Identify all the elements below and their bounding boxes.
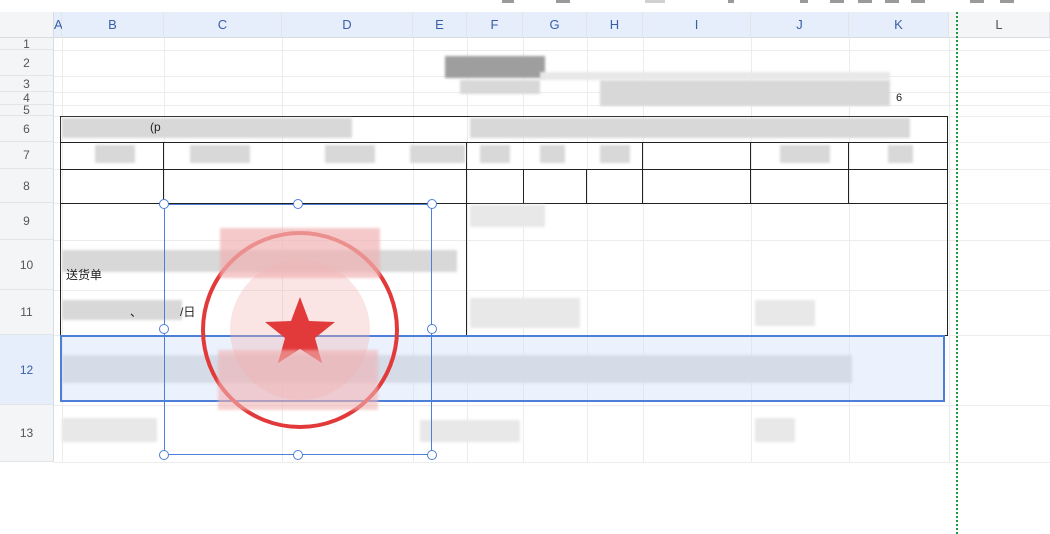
column-header-j[interactable]: J — [751, 12, 849, 38]
column-header-l[interactable]: L — [949, 12, 1050, 38]
resize-handle-left[interactable] — [159, 324, 169, 334]
row-header-7[interactable]: 7 — [0, 142, 54, 169]
column-header-h[interactable]: H — [587, 12, 643, 38]
row-header-10[interactable]: 10 — [0, 240, 54, 290]
column-header-e[interactable]: E — [413, 12, 467, 38]
cell-b6-fragment: (p — [150, 120, 161, 134]
resize-handle-top-right[interactable] — [427, 199, 437, 209]
row-header-3[interactable]: 3 — [0, 76, 54, 92]
select-all-corner[interactable] — [0, 12, 54, 38]
spreadsheet[interactable]: A B C D E F G H I J K L 1 2 3 4 5 6 7 8 … — [0, 0, 1050, 534]
row-header-8[interactable]: 8 — [0, 169, 54, 203]
cell-b11-fragment: 、 — [130, 305, 143, 319]
column-header-f[interactable]: F — [467, 12, 523, 38]
page-break-line — [956, 12, 958, 534]
row-header-12[interactable]: 12 — [0, 335, 54, 405]
column-header-c[interactable]: C — [164, 12, 282, 38]
resize-handle-top-left[interactable] — [159, 199, 169, 209]
column-header-g[interactable]: G — [523, 12, 587, 38]
column-header-a[interactable]: A — [54, 12, 63, 38]
resize-handle-bottom-right[interactable] — [427, 450, 437, 460]
column-header-b[interactable]: B — [62, 12, 164, 38]
column-header-k[interactable]: K — [849, 12, 949, 38]
resize-handle-bottom[interactable] — [293, 450, 303, 460]
row-header-11[interactable]: 11 — [0, 290, 54, 335]
resize-handle-top[interactable] — [293, 199, 303, 209]
row-header-5[interactable]: 5 — [0, 103, 54, 117]
cell-k4-fragment: 6 — [896, 92, 903, 104]
row-header-2[interactable]: 2 — [0, 50, 54, 76]
column-header-i[interactable]: I — [643, 12, 751, 38]
resize-handle-right[interactable] — [427, 324, 437, 334]
column-header-d[interactable]: D — [282, 12, 413, 38]
resize-handle-bottom-left[interactable] — [159, 450, 169, 460]
row-header-9[interactable]: 9 — [0, 203, 54, 240]
toolbar-remnant — [0, 0, 1050, 6]
image-selection-frame[interactable] — [164, 204, 432, 455]
row-header-13[interactable]: 13 — [0, 405, 54, 462]
row-header-1[interactable]: 1 — [0, 37, 54, 51]
cell-b10-fragment: 送货单 — [66, 268, 103, 282]
row-header-6[interactable]: 6 — [0, 116, 54, 142]
